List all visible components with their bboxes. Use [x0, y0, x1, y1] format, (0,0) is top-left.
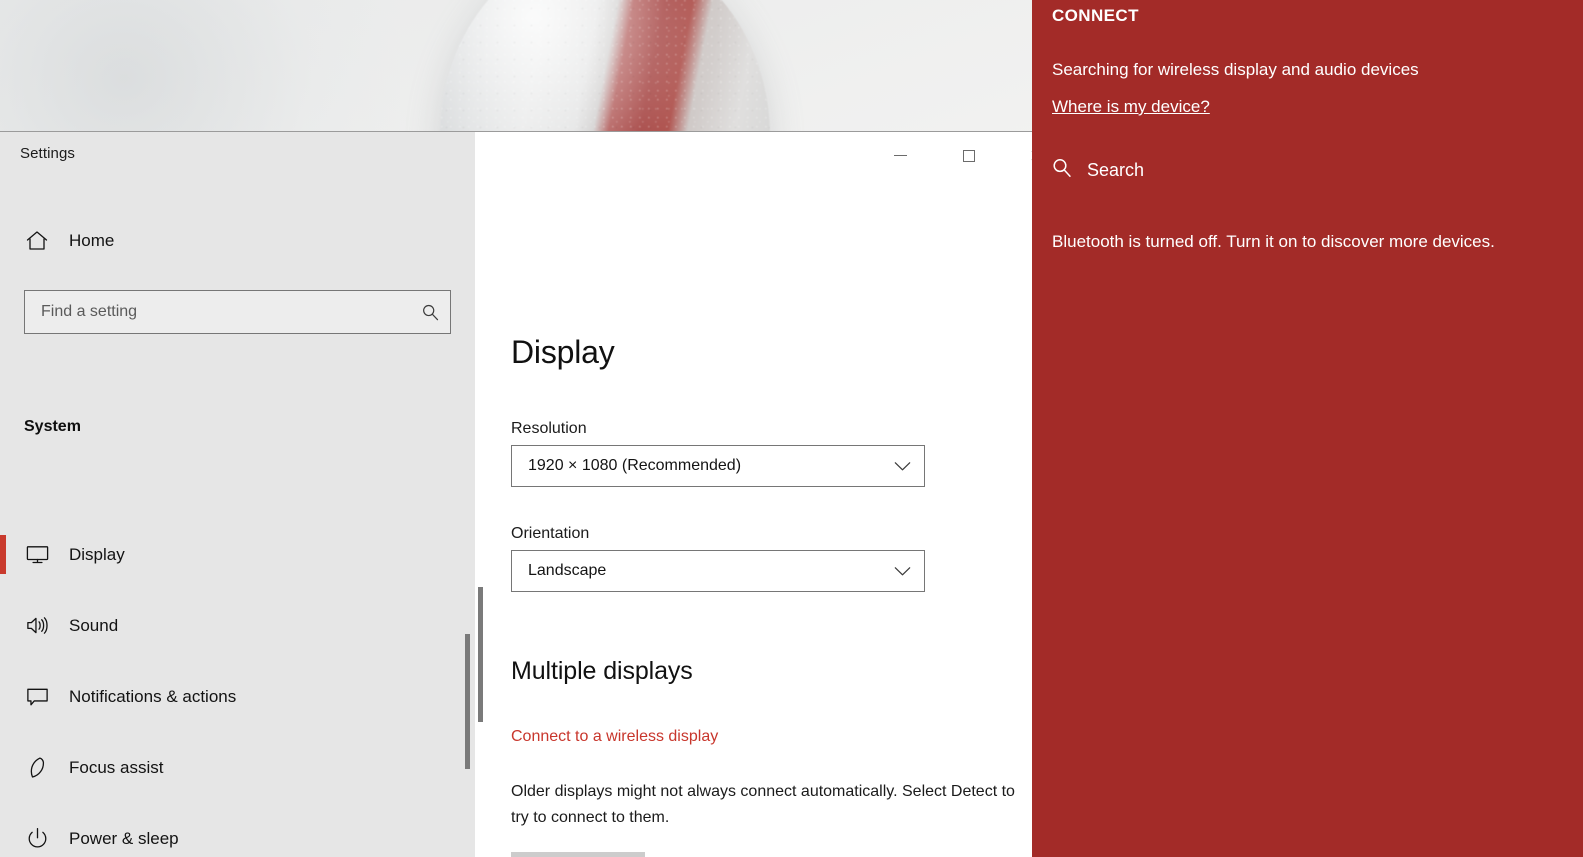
sidebar-item-sound-label: Sound: [69, 615, 119, 635]
sidebar-item-notifications-label: Notifications & actions: [69, 686, 237, 706]
connect-panel-title: CONNECT: [1052, 6, 1139, 25]
maximize-button[interactable]: [946, 132, 992, 179]
speaker-icon: [22, 613, 52, 638]
resolution-label: Resolution: [511, 420, 587, 437]
connect-status-text: Searching for wireless display and audio…: [1052, 60, 1419, 79]
moon-icon: [22, 755, 52, 780]
sidebar-nav-list: Display Sound Notifications & actions Fo…: [0, 519, 451, 857]
sidebar-item-display-label: Display: [69, 544, 125, 564]
sidebar-item-focus-assist-label: Focus assist: [69, 757, 164, 777]
orientation-value: Landscape: [528, 562, 607, 579]
home-icon: [22, 229, 52, 253]
sidebar-item-focus-assist[interactable]: Focus assist: [0, 732, 451, 803]
resolution-dropdown[interactable]: 1920 × 1080 (Recommended): [511, 445, 925, 487]
minimize-icon: [893, 155, 907, 156]
sidebar-item-sound[interactable]: Sound: [0, 590, 451, 661]
search-icon: [1051, 157, 1073, 184]
sidebar-item-home-label: Home: [69, 231, 115, 250]
connect-search-label: Search: [1087, 159, 1145, 180]
maximize-icon: [963, 149, 975, 162]
window-title: Settings: [20, 145, 75, 162]
sidebar-scrollbar-thumb[interactable]: [465, 634, 470, 769]
search-icon: [410, 303, 450, 322]
search-input[interactable]: [39, 290, 410, 334]
sidebar-section-heading: System: [24, 418, 81, 435]
settings-content-pane: Display Resolution 1920 × 1080 (Recommen…: [475, 179, 1032, 857]
detect-button[interactable]: Detect: [511, 852, 645, 857]
sidebar-item-display[interactable]: Display: [0, 519, 451, 590]
settings-window: Settings Home Find a setting System Disp…: [0, 131, 1032, 857]
orientation-label: Orientation: [511, 525, 590, 542]
monitor-icon: [22, 542, 52, 567]
resolution-value: 1920 × 1080 (Recommended): [528, 457, 742, 474]
sidebar-item-home[interactable]: Home: [0, 218, 451, 264]
where-is-my-device-link[interactable]: Where is my device?: [1052, 97, 1210, 117]
close-button[interactable]: [1013, 132, 1032, 179]
settings-sidebar: Home System: [0, 179, 475, 857]
chat-bubble-icon: [22, 684, 52, 709]
connect-flyout-panel: CONNECT Searching for wireless display a…: [1032, 0, 1583, 857]
connect-search-button[interactable]: Search: [1051, 155, 1144, 185]
multiple-displays-helper-text: Older displays might not always connect …: [511, 783, 1015, 826]
minimize-button[interactable]: [877, 132, 923, 179]
power-icon: [22, 826, 52, 851]
window-titlebar[interactable]: Settings: [0, 132, 1032, 179]
search-box[interactable]: [24, 290, 451, 334]
content-scrollbar[interactable]: [475, 179, 487, 857]
chevron-down-icon: [880, 461, 924, 472]
selection-accent-bar: [0, 677, 6, 716]
sidebar-item-power-sleep[interactable]: Power & sleep: [0, 803, 451, 857]
sidebar-item-power-sleep-label: Power & sleep: [69, 828, 179, 848]
page-title: Display: [511, 334, 615, 370]
multiple-displays-heading: Multiple displays: [511, 657, 693, 685]
sidebar-item-notifications[interactable]: Notifications & actions: [0, 661, 451, 732]
selection-accent-bar: [0, 535, 6, 574]
sidebar-scrollbar[interactable]: [462, 226, 474, 857]
selection-accent-bar: [0, 606, 6, 645]
connect-wireless-display-link[interactable]: Connect to a wireless display: [511, 728, 718, 746]
bluetooth-notice-text: Bluetooth is turned off. Turn it on to d…: [1052, 232, 1495, 251]
selection-accent-bar: [0, 819, 6, 857]
content-scrollbar-thumb[interactable]: [478, 587, 483, 722]
chevron-down-icon: [880, 566, 924, 577]
orientation-dropdown[interactable]: Landscape: [511, 550, 925, 592]
selection-accent-bar: [0, 748, 6, 787]
